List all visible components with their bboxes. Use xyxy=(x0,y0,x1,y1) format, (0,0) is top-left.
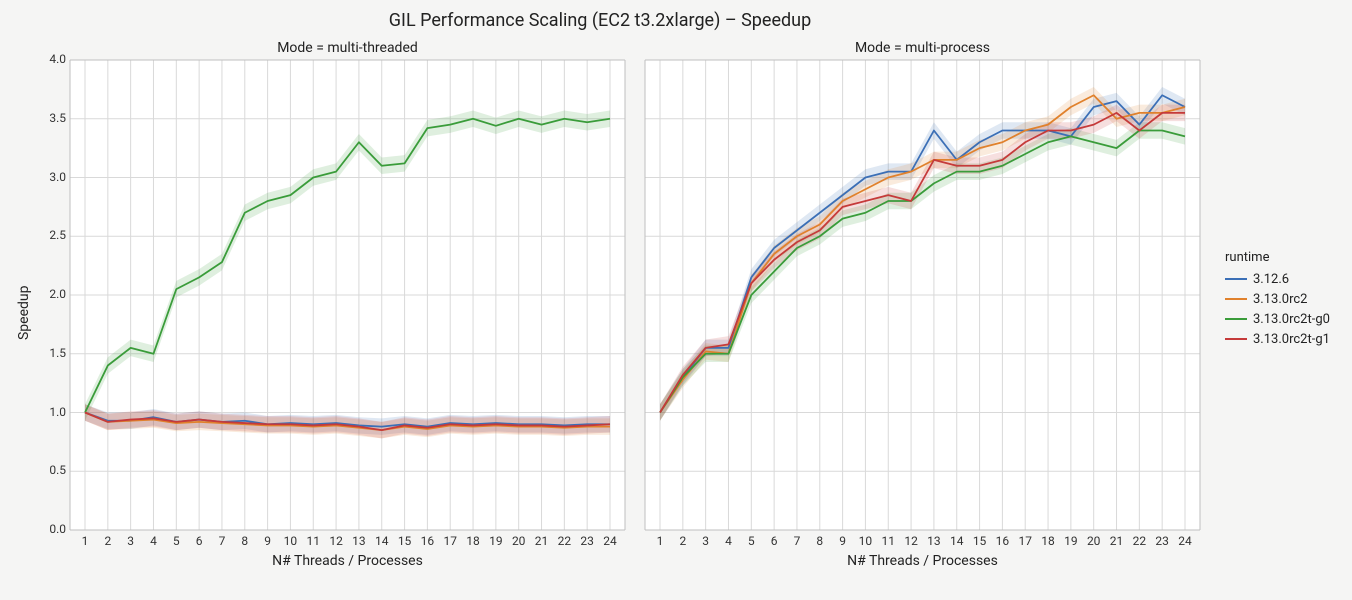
y-tick: 3.0 xyxy=(38,170,66,184)
legend: runtime 3.12.6 3.13.0rc2 3.13.0rc2t-g0 3.13… xyxy=(1225,250,1330,349)
y-tick: 0.0 xyxy=(38,522,66,536)
x-tick: 8 xyxy=(811,534,829,548)
legend-label: 3.13.0rc2t-g1 xyxy=(1253,332,1330,347)
x-tick: 3 xyxy=(122,534,140,548)
x-tick: 19 xyxy=(487,534,505,548)
x-tick: 8 xyxy=(236,534,254,548)
legend-item: 3.13.0rc2t-g1 xyxy=(1225,329,1330,349)
legend-item: 3.13.0rc2 xyxy=(1225,289,1330,309)
x-tick: 14 xyxy=(948,534,966,548)
y-tick: 1.5 xyxy=(38,346,66,360)
x-tick: 15 xyxy=(396,534,414,548)
x-tick: 16 xyxy=(993,534,1011,548)
x-tick: 1 xyxy=(651,534,669,548)
x-tick: 24 xyxy=(1176,534,1194,548)
figure-title: GIL Performance Scaling (EC2 t3.2xlarge)… xyxy=(0,10,1200,31)
x-tick: 23 xyxy=(1153,534,1171,548)
x-tick: 6 xyxy=(765,534,783,548)
y-tick: 0.5 xyxy=(38,463,66,477)
legend-title: runtime xyxy=(1225,250,1330,265)
x-tick: 21 xyxy=(533,534,551,548)
x-tick: 6 xyxy=(190,534,208,548)
x-tick: 22 xyxy=(1130,534,1148,548)
x-tick: 5 xyxy=(167,534,185,548)
x-tick: 5 xyxy=(742,534,760,548)
x-tick: 17 xyxy=(441,534,459,548)
x-tick: 7 xyxy=(788,534,806,548)
x-tick: 14 xyxy=(373,534,391,548)
x-tick: 24 xyxy=(601,534,619,548)
legend-swatch xyxy=(1225,278,1247,280)
x-tick: 3 xyxy=(697,534,715,548)
y-tick: 4.0 xyxy=(38,52,66,66)
x-tick: 19 xyxy=(1062,534,1080,548)
x-tick: 10 xyxy=(856,534,874,548)
x-tick: 22 xyxy=(555,534,573,548)
x-tick: 20 xyxy=(1085,534,1103,548)
plot-right xyxy=(645,60,1200,530)
y-tick: 1.0 xyxy=(38,405,66,419)
legend-swatch xyxy=(1225,318,1247,320)
x-tick: 12 xyxy=(327,534,345,548)
axes-left xyxy=(70,60,625,530)
y-tick: 2.0 xyxy=(38,287,66,301)
legend-label: 3.12.6 xyxy=(1253,272,1289,287)
x-tick: 23 xyxy=(578,534,596,548)
x-tick: 12 xyxy=(902,534,920,548)
legend-swatch xyxy=(1225,338,1247,340)
x-tick: 4 xyxy=(144,534,162,548)
x-tick: 1 xyxy=(76,534,94,548)
x-tick: 4 xyxy=(719,534,737,548)
x-tick: 7 xyxy=(213,534,231,548)
x-axis-label-left: N# Threads / Processes xyxy=(70,553,625,569)
x-tick: 9 xyxy=(259,534,277,548)
legend-label: 3.13.0rc2 xyxy=(1253,292,1307,307)
x-axis-label-right: N# Threads / Processes xyxy=(645,553,1200,569)
x-tick: 2 xyxy=(99,534,117,548)
x-tick: 9 xyxy=(834,534,852,548)
legend-label: 3.13.0rc2t-g0 xyxy=(1253,312,1330,327)
x-tick: 18 xyxy=(1039,534,1057,548)
x-tick: 20 xyxy=(510,534,528,548)
y-tick: 2.5 xyxy=(38,228,66,242)
x-tick: 10 xyxy=(281,534,299,548)
x-tick: 16 xyxy=(418,534,436,548)
x-tick: 18 xyxy=(464,534,482,548)
x-tick: 11 xyxy=(879,534,897,548)
x-tick: 2 xyxy=(674,534,692,548)
legend-item: 3.12.6 xyxy=(1225,269,1330,289)
y-axis-label: Speedup xyxy=(16,286,32,341)
axes-right xyxy=(645,60,1200,530)
x-tick: 11 xyxy=(304,534,322,548)
plot-left xyxy=(70,60,625,530)
legend-item: 3.13.0rc2t-g0 xyxy=(1225,309,1330,329)
x-tick: 21 xyxy=(1108,534,1126,548)
y-tick: 3.5 xyxy=(38,111,66,125)
panel-title-left: Mode = multi-threaded xyxy=(70,40,625,56)
x-tick: 17 xyxy=(1016,534,1034,548)
legend-swatch xyxy=(1225,298,1247,300)
x-tick: 13 xyxy=(925,534,943,548)
panel-title-right: Mode = multi-process xyxy=(645,40,1200,56)
x-tick: 15 xyxy=(971,534,989,548)
figure: GIL Performance Scaling (EC2 t3.2xlarge)… xyxy=(0,0,1352,600)
x-tick: 13 xyxy=(350,534,368,548)
